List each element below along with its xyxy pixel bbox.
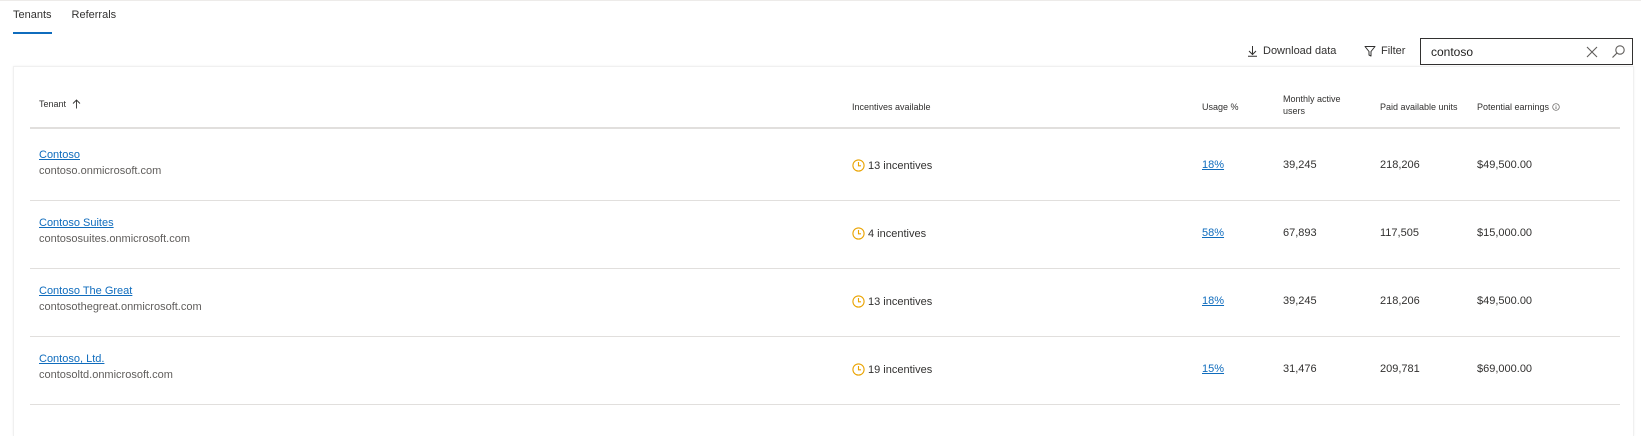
table-row: Contoso, Ltd. contosoltd.onmicrosoft.com… <box>30 334 1620 405</box>
tenant-domain: contosoltd.onmicrosoft.com <box>39 369 173 381</box>
incentives-count: 4 incentives <box>868 227 927 240</box>
potential-earnings-value: $49,500.00 <box>1477 159 1533 171</box>
paid-units-value: 117,505 <box>1380 227 1419 239</box>
column-header-paid-units[interactable]: Paid available units <box>1380 101 1458 113</box>
usage-link[interactable]: 18% <box>1202 295 1224 307</box>
clock-icon <box>852 295 865 308</box>
incentives-count: 13 incentives <box>868 295 933 308</box>
column-header-earnings-label: Potential earnings <box>1477 102 1550 112</box>
tab-referrals[interactable]: Referrals <box>72 7 117 33</box>
potential-earnings-value: $15,000.00 <box>1477 227 1533 239</box>
incentives-count: 13 incentives <box>868 159 933 172</box>
usage-link[interactable]: 58% <box>1202 227 1224 239</box>
download-data-button[interactable]: Download data <box>1247 38 1336 64</box>
filter-icon <box>1364 46 1376 57</box>
tenant-name-link[interactable]: Contoso <box>39 149 80 161</box>
tenant-name-link[interactable]: Contoso, Ltd. <box>39 353 104 365</box>
column-header-monthly-active-users[interactable]: Monthly active users <box>1283 93 1353 117</box>
incentives-cell: 4 incentives <box>852 227 926 240</box>
tenant-name-link[interactable]: Contoso Suites <box>39 217 114 229</box>
incentives-cell: 13 incentives <box>852 159 932 172</box>
column-header-incentives[interactable]: Incentives available <box>852 101 931 113</box>
monthly-active-users-value: 39,245 <box>1283 295 1317 307</box>
tab-bar: Tenants Referrals <box>13 7 136 34</box>
tenant-name-link[interactable]: Contoso The Great <box>39 285 132 297</box>
tenants-table-card: Tenant Incentives available Usage % Mont… <box>13 66 1634 436</box>
monthly-active-users-value: 39,245 <box>1283 159 1317 171</box>
clock-icon <box>852 227 865 240</box>
paid-units-value: 209,781 <box>1380 363 1420 375</box>
tab-tenants[interactable]: Tenants <box>13 7 52 34</box>
column-header-potential-earnings[interactable]: Potential earnings <box>1477 101 1560 113</box>
potential-earnings-value: $49,500.00 <box>1477 295 1533 307</box>
filter-button[interactable]: Filter <box>1364 38 1405 64</box>
toolbar: Download data Filter <box>0 38 1641 66</box>
search-input[interactable] <box>1431 41 1581 62</box>
top-divider <box>0 0 1641 1</box>
incentives-count: 19 incentives <box>868 363 933 376</box>
table-row: Contoso Suites contososuites.onmicrosoft… <box>30 198 1620 269</box>
usage-link[interactable]: 18% <box>1202 159 1224 171</box>
table-row: Contoso The Great contosothegreat.onmicr… <box>30 266 1620 337</box>
download-data-label: Download data <box>1263 45 1337 57</box>
filter-label: Filter <box>1381 45 1406 57</box>
clear-search-icon[interactable] <box>1585 45 1599 59</box>
table-row: Contoso contoso.onmicrosoft.com 13 incen… <box>30 130 1620 201</box>
monthly-active-users-value: 67,893 <box>1283 227 1317 239</box>
sort-ascending-icon <box>72 99 81 109</box>
column-header-usage[interactable]: Usage % <box>1202 101 1239 113</box>
table-header: Tenant Incentives available Usage % Mont… <box>30 87 1620 129</box>
incentives-cell: 13 incentives <box>852 295 932 308</box>
usage-link[interactable]: 15% <box>1202 363 1224 375</box>
info-icon[interactable] <box>1552 103 1560 111</box>
download-icon <box>1248 46 1257 57</box>
paid-units-value: 218,206 <box>1380 295 1420 307</box>
incentives-cell: 19 incentives <box>852 363 932 376</box>
search-box <box>1420 38 1633 65</box>
tenant-domain: contoso.onmicrosoft.com <box>39 165 162 177</box>
search-icon[interactable] <box>1611 44 1626 59</box>
potential-earnings-value: $69,000.00 <box>1477 363 1533 375</box>
clock-icon <box>852 363 865 376</box>
paid-units-value: 218,206 <box>1380 159 1420 171</box>
clock-icon <box>852 159 865 172</box>
tenant-domain: contosothegreat.onmicrosoft.com <box>39 301 202 313</box>
monthly-active-users-value: 31,476 <box>1283 363 1317 375</box>
column-header-tenant[interactable]: Tenant <box>39 98 81 110</box>
column-header-tenant-label: Tenant <box>39 99 67 109</box>
tenant-domain: contososuites.onmicrosoft.com <box>39 233 191 245</box>
